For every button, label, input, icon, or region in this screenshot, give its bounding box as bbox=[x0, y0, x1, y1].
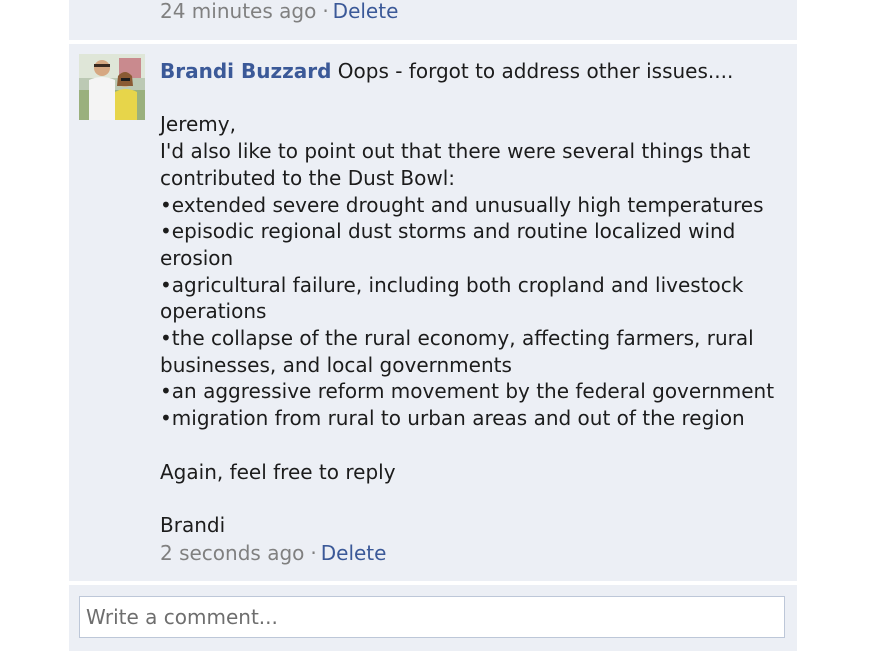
comment: Brandi Buzzard Oops - forgot to address … bbox=[69, 44, 797, 581]
avatar-photo bbox=[79, 54, 145, 120]
comment-line: •the collapse of the rural economy, affe… bbox=[160, 326, 754, 351]
comment-meta: 24 minutes ago · Delete bbox=[160, 0, 398, 23]
comment-timestamp: 2 seconds ago bbox=[160, 540, 305, 565]
comment-text-first-line: Oops - forgot to address other issues...… bbox=[337, 59, 734, 83]
comment-line: •agricultural failure, including both cr… bbox=[160, 272, 744, 297]
comment-line: I'd also like to point out that there we… bbox=[160, 139, 751, 164]
comment-line: contributed to the Dust Bowl: bbox=[160, 165, 456, 190]
comment-line: •an aggressive reform movement by the fe… bbox=[160, 379, 775, 404]
previous-comment: 24 minutes ago · Delete bbox=[69, 0, 797, 40]
delete-link[interactable]: Delete bbox=[321, 541, 387, 565]
delete-link[interactable]: Delete bbox=[333, 0, 399, 23]
comment-text: Jeremy, I'd also like to point out that … bbox=[160, 85, 790, 539]
comment-line: Brandi bbox=[160, 512, 226, 537]
meta-separator: · bbox=[322, 0, 329, 23]
comment-first-line: Brandi Buzzard Oops - forgot to address … bbox=[160, 58, 790, 85]
comment-line: erosion bbox=[160, 245, 234, 270]
comment-line: businesses, and local governments bbox=[160, 352, 512, 377]
comment-line: operations bbox=[160, 299, 267, 324]
comment-line bbox=[160, 85, 790, 112]
comment-line: Again, feel free to reply bbox=[160, 459, 396, 484]
comment-meta: 2 seconds ago · Delete bbox=[160, 541, 790, 565]
comment-line: •extended severe drought and unusually h… bbox=[160, 192, 764, 217]
comment-line bbox=[160, 485, 790, 512]
comment-timestamp: 24 minutes ago bbox=[160, 0, 317, 23]
comment-composer bbox=[69, 585, 797, 651]
comment-input[interactable] bbox=[79, 596, 785, 638]
comment-line: •migration from rural to urban areas and… bbox=[160, 406, 745, 431]
comment-line: •episodic regional dust storms and routi… bbox=[160, 219, 736, 244]
avatar[interactable] bbox=[79, 54, 145, 120]
author-name[interactable]: Brandi Buzzard bbox=[160, 59, 331, 83]
comment-body: Brandi Buzzard Oops - forgot to address … bbox=[160, 58, 790, 565]
comment-line: Jeremy, bbox=[160, 112, 236, 137]
meta-separator: · bbox=[310, 540, 317, 565]
comment-line bbox=[160, 432, 790, 459]
